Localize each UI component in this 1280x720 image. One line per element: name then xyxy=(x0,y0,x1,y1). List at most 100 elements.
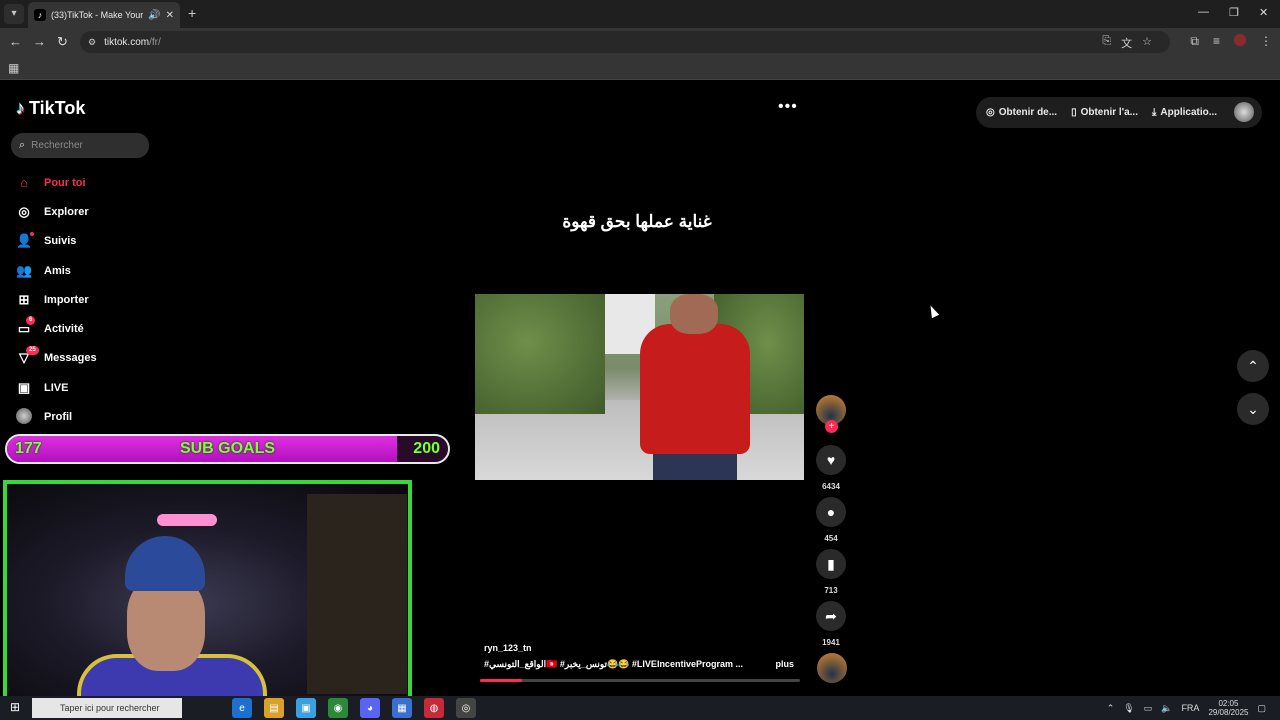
webcam-person-cap xyxy=(125,536,205,591)
bookmark-star-icon[interactable]: ☆ xyxy=(1142,35,1152,51)
windows-start-icon[interactable]: ⊞ xyxy=(10,700,20,714)
sidebar-item-live[interactable]: ▣ LIVE xyxy=(16,373,97,402)
extensions-icon[interactable]: ⧉ xyxy=(1190,34,1199,49)
video-meta: ryn_123_tn #الواقع_التونسي🇹🇳 #تونس_يخبر😂… xyxy=(484,643,794,670)
video-player[interactable] xyxy=(475,294,804,480)
explorer-app-icon[interactable]: ▤ xyxy=(264,698,284,718)
translate-icon[interactable]: 文 xyxy=(1121,35,1132,51)
webcam-background-shelf xyxy=(307,494,407,694)
video-username[interactable]: ryn_123_tn xyxy=(484,643,794,653)
forward-button[interactable]: → xyxy=(33,34,46,49)
video-progress-bar[interactable] xyxy=(480,679,800,682)
comment-icon[interactable]: ● xyxy=(816,497,846,527)
person-icon: 👤 xyxy=(16,233,33,249)
tab-title: (33)TikTok - Make Your Day xyxy=(51,10,144,20)
taskbar: ⊞ Taper ici pour rechercher e ▤ ▣ ◉ ◕ ▦ … xyxy=(0,696,1280,720)
video-person-shirt xyxy=(640,324,750,454)
sidebar-item-messages[interactable]: ▽ 25 Messages xyxy=(16,344,97,373)
address-bar[interactable]: ⚙ tiktok.com/fr/ ⎘ 文 ☆ xyxy=(80,31,1170,53)
music-disc-avatar[interactable] xyxy=(817,653,847,683)
media-controls-icon[interactable]: ≡ xyxy=(1213,34,1220,49)
heart-icon[interactable]: ♥ xyxy=(816,445,846,475)
browser-menu-icon[interactable]: ⋮ xyxy=(1260,34,1272,49)
notifications-icon[interactable]: ▢ xyxy=(1257,703,1266,714)
previous-video-button[interactable]: ⌃ xyxy=(1237,350,1269,382)
streaming-app-icon[interactable]: ◎ xyxy=(456,698,476,718)
top-actions-bar: ◎ Obtenir de... ▯ Obtenir l'a... ⤓ Applicat… xyxy=(976,97,1262,128)
language-indicator[interactable]: FRA xyxy=(1181,703,1199,713)
obs-app-icon[interactable]: ◍ xyxy=(424,698,444,718)
volume-icon[interactable]: 🔈 xyxy=(1161,703,1172,714)
sidebar-item-importer[interactable]: ⊞ Importer xyxy=(16,285,97,314)
back-button[interactable]: ← xyxy=(9,34,22,49)
share-icon[interactable]: ➦ xyxy=(816,601,846,631)
upload-icon: ⊞ xyxy=(18,291,30,307)
compass-icon: ◎ xyxy=(18,203,30,219)
sub-goals-current: 177 xyxy=(15,440,42,457)
get-coins-button[interactable]: ◎ Obtenir de... xyxy=(986,107,1057,118)
clock-time: 02:05 xyxy=(1218,699,1239,708)
install-app-icon[interactable]: ⎘ xyxy=(1102,35,1111,51)
sidebar-item-label: Amis xyxy=(44,264,71,277)
share-action: ➦ 1941 xyxy=(816,601,846,647)
phone-icon: ▯ xyxy=(1071,107,1077,118)
show-hidden-icons[interactable]: ⌃ xyxy=(1107,703,1115,714)
follow-plus-icon[interactable]: + xyxy=(825,420,838,433)
browser-profile-avatar[interactable] xyxy=(1234,34,1246,46)
close-tab-icon[interactable]: ✕ xyxy=(166,10,174,21)
activity-badge: 6 xyxy=(26,316,36,326)
sidebar-item-label: Activité xyxy=(44,323,84,336)
store-app-icon[interactable]: ▣ xyxy=(296,698,316,718)
site-info-icon[interactable]: ⚙ xyxy=(88,37,96,48)
user-avatar[interactable] xyxy=(1234,102,1254,122)
sidebar-item-activite[interactable]: ▭ 6 Activité xyxy=(16,314,97,343)
network-icon[interactable]: ▭ xyxy=(1144,703,1153,714)
friends-icon: 👥 xyxy=(16,262,33,278)
sidebar-item-label: Explorer xyxy=(44,205,89,218)
tiktok-note-icon: ♪ xyxy=(16,98,25,118)
calendar-app-icon[interactable]: ▦ xyxy=(392,698,412,718)
sidebar-item-label: Profil xyxy=(44,411,73,424)
sidebar-item-amis[interactable]: 👥 Amis xyxy=(16,256,97,285)
get-app-button[interactable]: ▯ Obtenir l'a... xyxy=(1071,107,1138,118)
next-video-button[interactable]: ⌄ xyxy=(1237,393,1269,425)
new-tab-button[interactable]: + xyxy=(188,5,196,21)
mouse-cursor-icon xyxy=(926,303,940,319)
browser-tab[interactable]: ♪ (33)TikTok - Make Your Day 🔊 ✕ xyxy=(28,2,180,28)
bookmark-icon[interactable]: ▮ xyxy=(816,549,846,579)
tab-search-button[interactable]: ▾ xyxy=(4,4,24,24)
sidebar-item-profil[interactable]: Profil xyxy=(16,402,97,431)
search-input[interactable]: ⌕ Rechercher xyxy=(11,133,149,158)
close-window-button[interactable]: ✕ xyxy=(1259,6,1268,19)
bookmark-action: ▮ 713 xyxy=(816,549,846,595)
sidebar-item-label: LIVE xyxy=(44,381,69,394)
sidebar-item-pour-toi[interactable]: ⌂ Pour toi xyxy=(16,168,97,197)
restore-button[interactable]: ❐ xyxy=(1229,6,1239,19)
sub-goals-target: 200 xyxy=(413,440,440,457)
desktop-app-button[interactable]: ⤓ Applicatio... xyxy=(1152,107,1217,118)
sidebar-item-suivis[interactable]: 👤 Suivis xyxy=(16,227,97,256)
video-hashtags[interactable]: #الواقع_التونسي🇹🇳 #تونس_يخبر😂😂 #LIVEInce… xyxy=(484,659,759,670)
get-coins-label: Obtenir de... xyxy=(998,107,1058,118)
edge-app-icon[interactable]: e xyxy=(232,698,252,718)
get-app-label: Obtenir l'a... xyxy=(1080,107,1138,118)
coin-icon: ◎ xyxy=(986,107,995,118)
more-text-button[interactable]: plus xyxy=(775,659,794,670)
more-options-icon[interactable]: ••• xyxy=(778,98,798,116)
discord-app-icon[interactable]: ◕ xyxy=(360,698,380,718)
chrome-app-icon[interactable]: ◉ xyxy=(328,698,348,718)
minimize-button[interactable]: — xyxy=(1198,6,1209,18)
video-progress-fill xyxy=(480,679,522,682)
sidebar-item-explorer[interactable]: ◎ Explorer xyxy=(16,197,97,226)
taskbar-search-input[interactable]: Taper ici pour rechercher xyxy=(32,698,182,718)
url-path: /fr/ xyxy=(149,36,161,48)
reload-button[interactable]: ↻ xyxy=(57,34,68,50)
tiktok-logo[interactable]: ♪ TikTok xyxy=(16,98,85,119)
chevron-up-icon: ⌃ xyxy=(1247,357,1259,374)
video-caption: غناية عملها بحق قهوة xyxy=(562,212,712,231)
microphone-icon[interactable]: 🎙 xyxy=(1123,703,1134,714)
apps-grid-icon[interactable]: ▦ xyxy=(8,61,19,75)
clock[interactable]: 02:05 29/08/2025 xyxy=(1208,699,1248,717)
tiktok-favicon-icon: ♪ xyxy=(34,9,46,21)
speaker-icon[interactable]: 🔊 xyxy=(148,10,160,21)
